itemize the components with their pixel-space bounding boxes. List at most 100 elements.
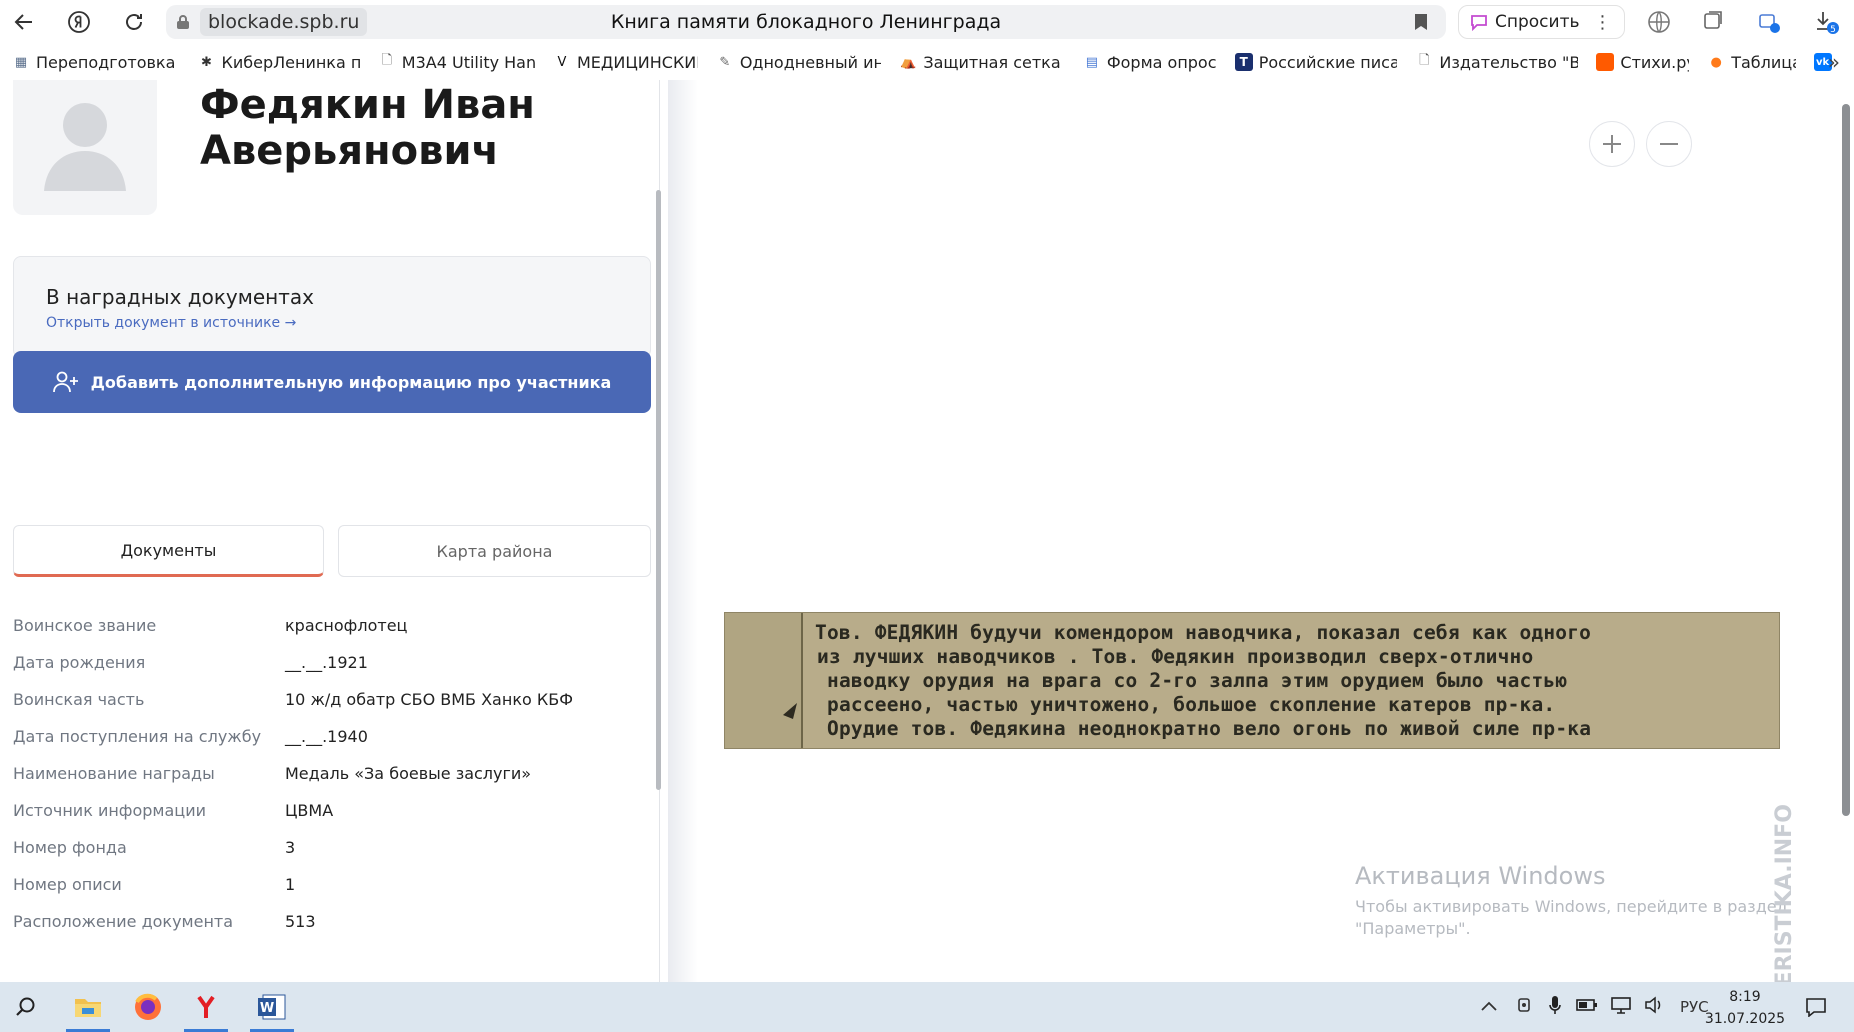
windows-taskbar: W РУС 8:19 31.07.2025 <box>0 982 1854 1032</box>
file-explorer-icon[interactable] <box>62 982 114 1032</box>
bookmark-label: Защитная сетка д <box>923 52 1065 72</box>
battery-icon[interactable] <box>1576 998 1598 1016</box>
add-user-icon <box>52 371 78 393</box>
svg-text:5: 5 <box>1830 25 1836 35</box>
activation-line2: "Параметры". <box>1355 919 1471 938</box>
ask-icon <box>1471 15 1487 32</box>
open-source-link[interactable]: Открыть документ в источнике → <box>46 315 296 331</box>
firefox-icon[interactable] <box>122 982 174 1032</box>
search-icon[interactable] <box>0 982 52 1032</box>
clock-time: 8:19 <box>1729 989 1761 1005</box>
bookmark-item[interactable]: ⛺ Защитная сетка д <box>899 52 1065 72</box>
bookmark-label: КиберЛенинка пр <box>221 52 360 72</box>
yandex-icon[interactable] <box>59 2 99 42</box>
bookmark-item[interactable]: 🗋 Издательство "Ве <box>1415 53 1578 72</box>
document-text-line: из лучших наводчиков . Тов. Федякин прои… <box>817 645 1534 668</box>
chevron-up-icon[interactable] <box>1480 998 1498 1016</box>
yandex-browser-icon[interactable] <box>180 982 232 1032</box>
zoom-in-button[interactable] <box>1589 121 1635 167</box>
document-icon: 🗋 <box>381 53 393 68</box>
info-key: Дата рождения <box>13 653 146 672</box>
activation-line1: Чтобы активировать Windows, перейдите в … <box>1355 897 1787 916</box>
ask-button[interactable]: Спросить ⋮ <box>1458 5 1625 39</box>
orange-square-icon <box>1596 53 1615 71</box>
extension-icon[interactable] <box>1754 8 1784 36</box>
bookmark-label: Однодневный инт <box>739 52 882 72</box>
dashboard-icon: ▦ <box>14 54 28 70</box>
tab-district-map-label: Карта района <box>436 541 553 561</box>
browser-toolbar: blockade.spb.ru Книга памяти блокадного … <box>0 0 1854 44</box>
document-text-line: Орудие тов. Федякина неоднократно вело о… <box>827 717 1592 740</box>
info-value: краснофлотец <box>285 616 408 635</box>
bookmark-item[interactable]: ● Таблица <box>1707 53 1796 72</box>
info-key: Расположение документа <box>13 912 234 931</box>
downloads-icon[interactable]: 5 <box>1812 8 1842 36</box>
bookmark-item[interactable]: 🗋 M3A4 Utility Hand <box>378 53 535 72</box>
windows-activation-notice: Активация Windows Чтобы активировать Win… <box>1355 862 1787 940</box>
info-key: Воинское звание <box>13 616 157 635</box>
translate-icon[interactable] <box>1644 8 1674 36</box>
reload-icon[interactable] <box>114 2 154 42</box>
network-icon[interactable] <box>1610 996 1632 1018</box>
more-bookmarks-icon[interactable]: » <box>1828 50 1840 74</box>
system-tray: РУС <box>1480 982 1709 1032</box>
page-content: Федякин Иван Аверьянович В наградных док… <box>0 80 1854 982</box>
lock-icon <box>166 14 200 30</box>
bookmark-icon[interactable] <box>1414 13 1428 35</box>
minus-icon <box>1660 143 1678 145</box>
volume-icon[interactable] <box>1644 996 1664 1018</box>
info-key: Дата поступления на службу <box>13 727 262 746</box>
pen-icon: ✎ <box>719 54 731 70</box>
document-text-line: рассеено, частью уничтожено, большое ско… <box>827 693 1556 716</box>
clock[interactable]: 8:19 31.07.2025 <box>1700 986 1790 1030</box>
meet-now-icon[interactable] <box>1516 996 1534 1018</box>
bookmark-item[interactable]: ✎ Однодневный инт <box>716 52 882 72</box>
address-bar[interactable]: blockade.spb.ru Книга памяти блокадного … <box>166 5 1446 39</box>
bookmark-item[interactable]: ✱ КиберЛенинка пр <box>197 52 360 72</box>
add-info-label: Добавить дополнительную информацию про у… <box>90 372 612 392</box>
scrollbar-thumb[interactable] <box>1842 104 1850 816</box>
zoom-out-button[interactable] <box>1646 121 1692 167</box>
person-name: Федякин Иван Аверьянович <box>200 82 535 174</box>
avatar <box>13 80 157 215</box>
activation-title: Активация Windows <box>1355 862 1606 890</box>
info-value: __.__.1940 <box>285 727 368 746</box>
flame-icon: ● <box>1710 54 1722 70</box>
award-document-scan: Тов. ФЕДЯКИН будучи комендором наводчика… <box>724 612 1780 749</box>
award-card-title: В наградных документах <box>46 285 314 309</box>
document-text-line: наводку орудия на врага со 2-го залпа эт… <box>827 669 1568 692</box>
form-icon: ▤ <box>1085 54 1098 70</box>
clock-date: 31.07.2025 <box>1704 1011 1786 1027</box>
info-key: Номер фонда <box>13 838 127 857</box>
bookmark-label: Стихи.ру <box>1620 52 1690 72</box>
word-icon[interactable]: W <box>246 982 298 1032</box>
url-text[interactable]: blockade.spb.ru <box>200 8 368 36</box>
bookmark-item[interactable]: ▦ Переподготовка д <box>12 53 180 72</box>
notifications-icon[interactable] <box>1790 982 1842 1032</box>
bookmark-label: Форма опроса <box>1106 52 1217 72</box>
microphone-icon[interactable] <box>1548 995 1562 1019</box>
tab-documents[interactable]: Документы <box>13 525 324 577</box>
left-panel-scrollbar[interactable] <box>656 190 661 790</box>
plus-icon <box>1603 135 1621 153</box>
info-key: Источник информации <box>13 801 206 820</box>
tab-district-map[interactable]: Карта района <box>338 525 651 577</box>
info-row: Воинское звание краснофлотец <box>13 616 653 653</box>
document-viewer <box>668 80 1836 982</box>
info-key: Номер описи <box>13 875 122 894</box>
bookmark-item[interactable]: V МЕДИЦИНСКИЙ <box>553 53 698 72</box>
bookmark-label: Российские писат <box>1258 52 1398 72</box>
bookmark-item[interactable]: ▤ Форма опроса <box>1083 53 1217 72</box>
add-info-button[interactable]: Добавить дополнительную информацию про у… <box>13 351 651 413</box>
back-icon[interactable] <box>4 2 44 42</box>
info-value: ЦВМА <box>285 801 334 820</box>
page-scrollbar[interactable] <box>1836 80 1854 982</box>
bookmark-label: M3A4 Utility Hand <box>401 52 535 72</box>
collections-icon[interactable] <box>1698 8 1728 36</box>
bookmarks-bar: ▦ Переподготовка д ✱ КиберЛенинка пр 🗋 M3A4 U… <box>0 44 1854 80</box>
vk-med-icon: V <box>557 54 567 70</box>
more-menu-icon[interactable]: ⋮ <box>1594 12 1612 33</box>
info-row: Наименование награды Медаль «За боевые за… <box>13 764 653 801</box>
bookmark-item[interactable]: Стихи.ру <box>1596 53 1689 72</box>
bookmark-item[interactable]: T Российские писат <box>1234 52 1398 72</box>
